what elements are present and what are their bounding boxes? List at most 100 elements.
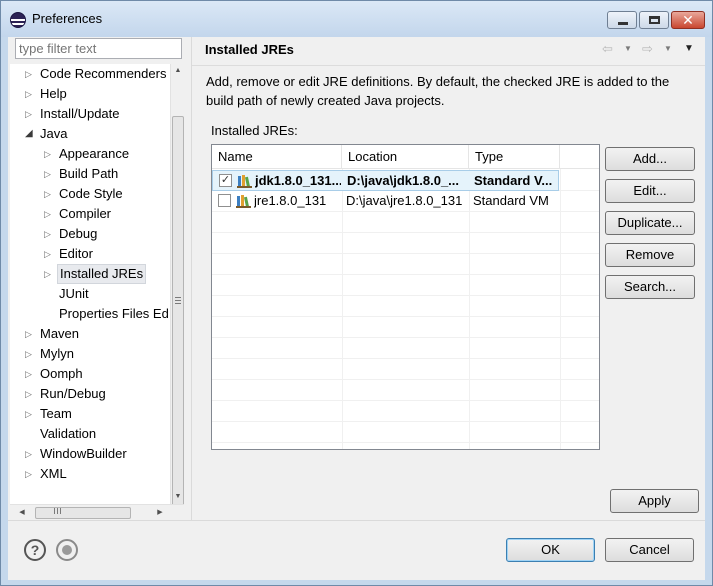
default-jre-checkbox[interactable]: ✓ bbox=[219, 174, 232, 187]
tree-item-xml[interactable]: ▷ XML bbox=[10, 464, 168, 484]
chevron-right-icon[interactable]: ▷ bbox=[44, 264, 54, 284]
ok-button[interactable]: OK bbox=[506, 538, 595, 562]
panel-divider[interactable] bbox=[191, 37, 192, 520]
row-gridline bbox=[212, 421, 599, 422]
maximize-button[interactable] bbox=[639, 11, 669, 29]
help-icon[interactable]: ? bbox=[24, 539, 46, 561]
tree-item-compiler[interactable]: ▷ Compiler bbox=[10, 204, 168, 224]
grip-icon bbox=[54, 508, 55, 514]
tree-item-mylyn[interactable]: ▷ Mylyn bbox=[10, 344, 168, 364]
minimize-button[interactable] bbox=[607, 11, 637, 29]
row-gridline bbox=[212, 400, 599, 401]
scroll-down-icon[interactable]: ▼ bbox=[171, 490, 184, 504]
page-description: Add, remove or edit JRE definitions. By … bbox=[206, 74, 670, 108]
back-dropdown-icon[interactable]: ▼ bbox=[624, 41, 632, 57]
tree-item-properties-files-ed[interactable]: Properties Files Ed bbox=[10, 304, 169, 324]
scroll-left-icon[interactable]: ◀ bbox=[15, 505, 29, 520]
search-button[interactable]: Search... bbox=[605, 275, 695, 299]
chevron-right-icon[interactable]: ▷ bbox=[25, 384, 35, 404]
tree-item-code-recommenders[interactable]: ▷ Code Recommenders bbox=[10, 64, 168, 84]
tree-item-editor[interactable]: ▷ Editor bbox=[10, 244, 168, 264]
tree-item-label: WindowBuilder bbox=[40, 446, 127, 461]
chevron-right-icon[interactable]: ▷ bbox=[44, 184, 54, 204]
chevron-right-icon[interactable]: ▷ bbox=[25, 344, 35, 364]
close-icon: ✕ bbox=[682, 12, 694, 28]
tree-item-label: Code Recommenders bbox=[40, 66, 167, 81]
tree-scroll-thumb[interactable] bbox=[172, 116, 184, 506]
filter-input[interactable] bbox=[15, 38, 182, 59]
tree-item-maven[interactable]: ▷ Maven bbox=[10, 324, 168, 344]
chevron-right-icon[interactable]: ▷ bbox=[25, 84, 35, 104]
remove-button[interactable]: Remove bbox=[605, 243, 695, 267]
tree-item-team[interactable]: ▷ Team bbox=[10, 404, 168, 424]
maximize-icon bbox=[649, 16, 660, 24]
chevron-right-icon[interactable]: ▷ bbox=[25, 364, 35, 384]
tree-item-debug[interactable]: ▷ Debug bbox=[10, 224, 168, 244]
tree-item-label: Properties Files Ed bbox=[59, 306, 169, 321]
view-menu-icon[interactable]: ▼ bbox=[684, 41, 694, 57]
chevron-down-icon[interactable]: ◢ bbox=[25, 124, 35, 144]
tree-horizontal-scrollbar[interactable]: ◀ ▶ bbox=[10, 504, 184, 520]
chevron-right-icon[interactable]: ▷ bbox=[44, 164, 54, 184]
chevron-right-icon[interactable]: ▷ bbox=[25, 444, 35, 464]
cancel-button[interactable]: Cancel bbox=[605, 538, 694, 562]
chevron-right-icon[interactable]: ▷ bbox=[44, 144, 54, 164]
column-header-name[interactable]: Name bbox=[212, 145, 342, 169]
duplicate-button[interactable]: Duplicate... bbox=[605, 211, 695, 235]
dialog-body: ▷ XML ▷ WindowBuilder Validation ▷ Team ▷ Run/De… bbox=[8, 37, 705, 580]
tree-item-code-style[interactable]: ▷ Code Style bbox=[10, 184, 168, 204]
tree-item-install-update[interactable]: ▷ Install/Update bbox=[10, 104, 168, 124]
tree-item-build-path[interactable]: ▷ Build Path bbox=[10, 164, 168, 184]
title-bar[interactable]: Preferences ✕ bbox=[1, 1, 712, 37]
chevron-right-icon[interactable]: ▷ bbox=[25, 464, 35, 484]
tree-item-junit[interactable]: JUnit bbox=[10, 284, 168, 304]
chevron-right-icon[interactable]: ▷ bbox=[44, 244, 54, 264]
forward-dropdown-icon[interactable]: ▼ bbox=[664, 41, 672, 57]
tree-item-oomph[interactable]: ▷ Oomph bbox=[10, 364, 168, 384]
jre-type-cell: Standard VM bbox=[473, 193, 549, 208]
page-title: Installed JREs bbox=[205, 42, 294, 57]
forward-arrow-icon[interactable]: ⇨ bbox=[642, 41, 653, 57]
chevron-right-icon[interactable]: ▷ bbox=[44, 204, 54, 224]
column-header-location[interactable]: Location bbox=[342, 145, 469, 169]
scroll-up-icon[interactable]: ▲ bbox=[171, 64, 184, 78]
tree-item-run-debug[interactable]: ▷ Run/Debug bbox=[10, 384, 168, 404]
chevron-right-icon[interactable]: ▷ bbox=[44, 224, 54, 244]
tree-item-appearance[interactable]: ▷ Appearance bbox=[10, 144, 168, 164]
chevron-right-icon[interactable]: ▷ bbox=[25, 64, 35, 84]
tree-item-label: XML bbox=[40, 466, 67, 481]
default-jre-checkbox[interactable] bbox=[218, 194, 231, 207]
preference-tree: ▷ XML ▷ WindowBuilder Validation ▷ Team ▷ Run/De… bbox=[10, 64, 184, 520]
add-button[interactable]: Add... bbox=[605, 147, 695, 171]
apply-button[interactable]: Apply bbox=[610, 489, 699, 513]
tree-item-label: Java bbox=[40, 126, 68, 141]
column-header-type[interactable]: Type bbox=[469, 145, 560, 169]
tree-item-validation[interactable]: Validation bbox=[10, 424, 168, 444]
jre-table[interactable]: Name Location Type ✓ jdk1.8.0_131... D:\ja… bbox=[211, 144, 600, 450]
jre-location-cell: D:\java\jre1.8.0_131 bbox=[346, 193, 463, 208]
record-icon[interactable] bbox=[56, 539, 78, 561]
jre-name-cell: jre1.8.0_131 bbox=[254, 193, 327, 208]
tree-item-installed-jres[interactable]: ▷ Installed JREs bbox=[10, 264, 168, 284]
jre-row[interactable]: ✓ jdk1.8.0_131... D:\java\jdk1.8.0_... Stan… bbox=[212, 170, 559, 191]
tree-item-java[interactable]: ◢ Java bbox=[10, 124, 168, 144]
row-gridline bbox=[212, 232, 599, 233]
tree-item-help[interactable]: ▷ Help bbox=[10, 84, 168, 104]
footer-divider bbox=[8, 520, 705, 521]
edit-button[interactable]: Edit... bbox=[605, 179, 695, 203]
tree-hscroll-thumb[interactable] bbox=[35, 507, 131, 519]
tree-vertical-scrollbar[interactable]: ▲ ▼ bbox=[170, 64, 184, 506]
tree-item-windowbuilder[interactable]: ▷ WindowBuilder bbox=[10, 444, 168, 464]
close-button[interactable]: ✕ bbox=[671, 11, 705, 29]
scroll-right-icon[interactable]: ▶ bbox=[153, 505, 167, 520]
header-divider bbox=[192, 65, 705, 66]
row-gridline bbox=[212, 379, 599, 380]
row-gridline bbox=[212, 274, 599, 275]
chevron-right-icon[interactable]: ▷ bbox=[25, 324, 35, 344]
tree-item-label: Help bbox=[40, 86, 67, 101]
chevron-right-icon[interactable]: ▷ bbox=[25, 404, 35, 424]
jre-row[interactable]: jre1.8.0_131 D:\java\jre1.8.0_131 Standard… bbox=[212, 191, 559, 212]
tree-item-label: Editor bbox=[59, 246, 93, 261]
back-arrow-icon[interactable]: ⇦ bbox=[602, 41, 613, 57]
chevron-right-icon[interactable]: ▷ bbox=[25, 104, 35, 124]
